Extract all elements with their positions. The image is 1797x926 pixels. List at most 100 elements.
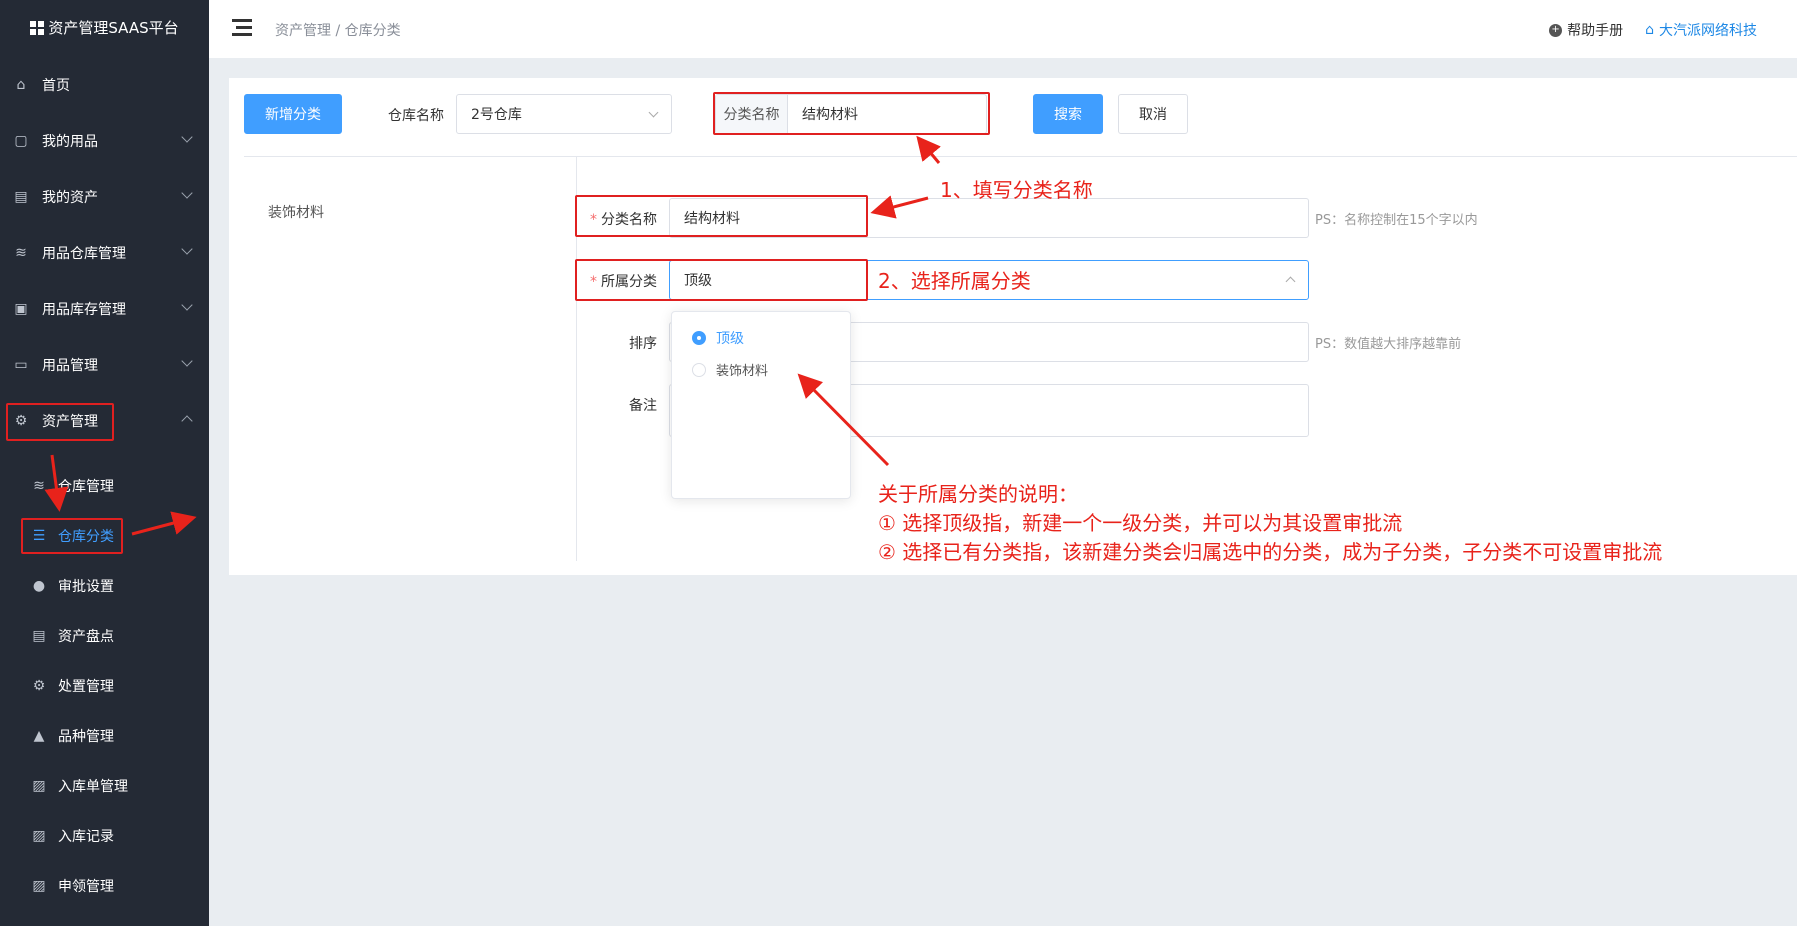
lock-icon: ▲ <box>33 728 45 744</box>
radio-checked-icon <box>692 331 706 345</box>
sidebar-item-label: 首页 <box>42 78 70 94</box>
help-link[interactable]: + 帮助手册 <box>1549 20 1623 40</box>
chevron-up-icon <box>181 415 193 427</box>
sidebar-item-asset-management[interactable]: ⚙ 资产管理 <box>0 401 209 441</box>
sidebar-item-home[interactable]: ⌂ 首页 <box>0 65 209 105</box>
sidebar-item-supply-inventory[interactable]: ▣ 用品库存管理 <box>0 289 209 329</box>
brand: 资产管理SAAS平台 <box>0 0 209 55</box>
sidebar-subitem-inbound-orders[interactable]: ▨ 入库单管理 <box>0 766 209 806</box>
sidebar-item-my-supplies[interactable]: ▢ 我的用品 <box>0 121 209 161</box>
search-button[interactable]: 搜索 <box>1033 94 1103 134</box>
sidebar-subitem-inbound-records[interactable]: ▨ 入库记录 <box>0 816 209 856</box>
option-label: 顶级 <box>716 331 744 347</box>
annotation-step2: 2、选择所属分类 <box>878 269 1031 293</box>
grid-logo-icon <box>30 20 45 35</box>
sidebar-item-label: 资产盘点 <box>58 629 114 645</box>
sidebar-item-label: 我的资产 <box>42 190 98 206</box>
sidebar-subitem-stocktake[interactable]: ▤ 资产盘点 <box>0 616 209 656</box>
tray-icon: ▭ <box>14 357 28 373</box>
sidebar-item-label: 品种管理 <box>58 729 114 745</box>
note-title: 关于所属分类的说明： <box>878 482 1078 506</box>
annotation-step1: 1、填写分类名称 <box>940 178 1093 202</box>
chevron-down-icon <box>181 243 193 255</box>
remark-label: 备注 <box>629 398 657 414</box>
home-icon: ⌂ <box>16 77 26 93</box>
category-search-prefix: 分类名称 <box>716 95 788 133</box>
warehouse-select-value: 2号仓库 <box>471 107 522 123</box>
box-icon: ▣ <box>14 301 28 317</box>
chevron-up-icon <box>1285 276 1296 287</box>
parent-category-dropdown: 顶级 装饰材料 <box>671 311 851 499</box>
help-label: 帮助手册 <box>1567 23 1624 39</box>
warehouse-select[interactable]: 2号仓库 <box>456 94 672 134</box>
cancel-button[interactable]: 取消 <box>1118 94 1188 134</box>
sort-label: 排序 <box>629 336 657 352</box>
parent-label-text: 所属分类 <box>601 274 657 290</box>
chevron-down-icon <box>181 299 193 311</box>
name-label-text: 分类名称 <box>601 212 657 228</box>
annotation-note: 关于所属分类的说明： ① 选择顶级指，新建一个一级分类，并可以为其设置审批流 ②… <box>878 480 1662 567</box>
gear-icon: ⚙ <box>32 678 46 694</box>
category-name-input[interactable]: 结构材料 <box>669 198 1309 238</box>
sliders-icon: ☰ <box>32 528 46 544</box>
sidebar-item-label: 入库记录 <box>58 829 114 845</box>
home-icon: ⌂ <box>1645 22 1654 38</box>
option-label: 装饰材料 <box>716 364 769 379</box>
breadcrumb: 资产管理 / 仓库分类 <box>275 23 401 39</box>
sort-hint: PS：数值越大排序越靠前 <box>1315 337 1462 352</box>
sidebar-subitem-variety[interactable]: ▲ 品种管理 <box>0 716 209 756</box>
divider <box>244 156 1797 157</box>
sidebar-item-label: 用品库存管理 <box>42 302 126 318</box>
sidebar-item-label: 入库单管理 <box>58 779 128 795</box>
database-icon: ≋ <box>15 245 27 261</box>
company-link[interactable]: ⌂ 大汽派网络科技 <box>1645 20 1757 40</box>
menu-toggle-icon[interactable] <box>232 19 252 37</box>
sidebar-subitem-disposal[interactable]: ⚙ 处置管理 <box>0 666 209 706</box>
add-category-button[interactable]: 新增分类 <box>244 94 342 134</box>
asset-icon: ⚙ <box>14 413 28 429</box>
doc-icon: ▤ <box>32 628 46 644</box>
building-icon: ▤ <box>14 189 28 205</box>
sidebar-item-label: 用品管理 <box>42 358 98 374</box>
company-label: 大汽派网络科技 <box>1659 23 1757 39</box>
note-line: ② 选择已有分类指，该新建分类会归属选中的分类，成为子分类，子分类不可设置审批流 <box>878 540 1663 564</box>
required-mark: * <box>590 212 597 228</box>
category-name-value: 结构材料 <box>684 211 740 227</box>
sidebar-item-label: 申领管理 <box>58 879 114 895</box>
tree-item[interactable]: 装饰材料 <box>268 202 324 222</box>
chevron-down-icon <box>181 355 193 367</box>
clipboard-icon: ▨ <box>32 878 46 894</box>
brand-title: 资产管理SAAS平台 <box>48 19 179 37</box>
sidebar-subitem-warehouse[interactable]: ≋ 仓库管理 <box>0 466 209 506</box>
dropdown-option[interactable]: 顶级 <box>692 328 744 348</box>
user-icon: ● <box>32 578 46 594</box>
database-icon: ≋ <box>33 478 45 494</box>
name-field-label: * 分类名称 <box>590 209 657 229</box>
clipboard-icon: ▨ <box>32 828 46 844</box>
sidebar-subitem-approval[interactable]: ● 审批设置 <box>0 566 209 606</box>
sidebar-item-label: 仓库分类 <box>58 529 114 545</box>
sidebar-item-label: 处置管理 <box>58 679 114 695</box>
sidebar-item-label: 审批设置 <box>58 579 114 595</box>
chevron-down-icon <box>648 107 659 118</box>
divider <box>576 157 577 561</box>
note-line: ① 选择顶级指，新建一个一级分类，并可以为其设置审批流 <box>878 511 1403 535</box>
sidebar-item-my-assets[interactable]: ▤ 我的资产 <box>0 177 209 217</box>
chevron-down-icon <box>181 187 193 199</box>
required-mark: * <box>590 274 597 290</box>
sidebar-item-label: 我的用品 <box>42 134 98 150</box>
sidebar: 资产管理SAAS平台 ⌂ 首页 ▢ 我的用品 ▤ 我的资产 ≋ 用品仓库管理 ▣… <box>0 0 209 926</box>
sidebar-subitem-warehouse-category[interactable]: ☰ 仓库分类 <box>0 516 209 556</box>
chevron-down-icon <box>181 131 193 143</box>
dropdown-option[interactable]: 装饰材料 <box>692 360 768 379</box>
category-search-value: 结构材料 <box>802 107 858 123</box>
parent-field-label: * 所属分类 <box>590 271 657 291</box>
sidebar-subitem-requisition[interactable]: ▨ 申领管理 <box>0 866 209 906</box>
sidebar-item-label: 用品仓库管理 <box>42 246 126 262</box>
sidebar-item-label: 资产管理 <box>42 414 98 430</box>
warehouse-name-label: 仓库名称 <box>388 108 444 124</box>
sidebar-item-supply-management[interactable]: ▭ 用品管理 <box>0 345 209 385</box>
category-search-input[interactable]: 分类名称 结构材料 <box>715 94 987 134</box>
topbar: 资产管理 / 仓库分类 + 帮助手册 ⌂ 大汽派网络科技 <box>209 0 1797 58</box>
sidebar-item-supply-warehouse[interactable]: ≋ 用品仓库管理 <box>0 233 209 273</box>
